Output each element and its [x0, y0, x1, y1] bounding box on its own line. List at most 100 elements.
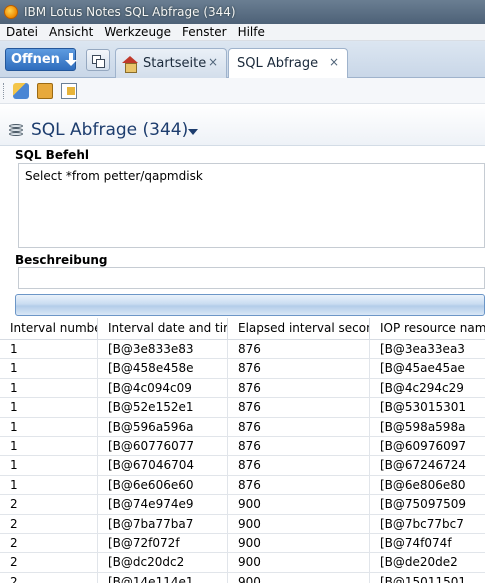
description-label: Beschreibung [15, 253, 108, 267]
column-header[interactable]: Interval number [0, 318, 98, 339]
table-row[interactable]: 1 [B@4c094c09 876 [B@4c294c29 [0, 378, 485, 399]
table-row[interactable]: 1 [B@3e833e83 876 [B@3ea33ea3 [0, 340, 485, 360]
table-cell: [B@72f072f [98, 533, 228, 553]
sql-label: SQL Befehl [15, 148, 89, 162]
table-row[interactable]: 2 [B@dc20dc2 900 [B@de20de2 [0, 553, 485, 573]
table-cell: [B@3ea33ea3 [380, 342, 465, 356]
tab-sql-abfrage-label: SQL Abfrage [237, 56, 319, 71]
table-cell: [B@15011501 [380, 574, 466, 583]
open-button-label: Offnen [11, 52, 60, 67]
table-cell: 1 [0, 398, 98, 417]
table-cell: 1 [0, 340, 98, 359]
page-header: SQL Abfrage (344) [0, 104, 485, 146]
table-cell: [B@67046704 [98, 456, 228, 475]
table-cell: 876 [228, 398, 370, 417]
table-cell: 1 [0, 417, 98, 436]
table-cell: [B@67246724 [380, 458, 466, 473]
table-cell: [B@60776077 [98, 436, 228, 456]
table-header: Interval number Interval date and time E… [0, 318, 485, 340]
table-cell: 2 [0, 495, 98, 514]
table-cell: 1 [0, 378, 98, 398]
table-cell: 876 [228, 475, 370, 495]
table-cell: [B@6e806e80 [380, 477, 466, 492]
table-cell: 2 [0, 533, 98, 553]
table-row[interactable]: 1 [B@458e458e 876 [B@45ae45ae [0, 359, 485, 379]
toolbar-grip [3, 82, 5, 99]
table-row[interactable]: 2 [B@74e974e9 900 [B@75097509 [0, 495, 485, 515]
table-row[interactable]: 2 [B@7ba77ba7 900 [B@7bc77bc7 [0, 514, 485, 534]
table-cell: [B@60976097 [380, 438, 466, 453]
table-cell: 900 [228, 495, 370, 514]
table-cell: [B@4c094c09 [98, 378, 228, 398]
menu-hilfe[interactable]: Hilfe [232, 25, 270, 39]
window-switch-button[interactable] [86, 49, 110, 71]
tab-startseite-label: Startseite [143, 56, 207, 71]
new-query-icon[interactable] [13, 82, 29, 99]
table-cell: 1 [0, 436, 98, 456]
table-row[interactable]: 1 [B@6e606e60 876 [B@6e806e80 [0, 475, 485, 496]
table-row[interactable]: 2 [B@14e114e1 900 [B@15011501 [0, 572, 485, 583]
table-cell: [B@7bc77bc7 [380, 516, 464, 531]
table-cell: [B@45ae45ae [380, 361, 465, 376]
description-field[interactable] [18, 267, 485, 289]
menu-bar: Datei Ansicht Werkzeuge Fenster Hilfe [0, 24, 485, 41]
table-cell: 2 [0, 514, 98, 533]
table-cell: 876 [228, 436, 370, 456]
table-row[interactable]: 1 [B@596a596a 876 [B@598a598a [0, 417, 485, 437]
home-icon [122, 56, 138, 73]
menu-ansicht[interactable]: Ansicht [43, 25, 98, 39]
table-cell: 900 [228, 533, 370, 553]
form-icon[interactable] [61, 82, 77, 99]
table-cell: [B@14e114e1 [98, 572, 228, 583]
sql-command-field[interactable]: Select *from petter/qapmdisk [18, 163, 485, 248]
table-cell: 876 [228, 359, 370, 378]
table-cell: [B@74e974e9 [98, 495, 228, 514]
results-table: Interval number Interval date and time E… [0, 318, 485, 583]
table-cell: [B@75097509 [380, 497, 466, 512]
column-header[interactable]: IOP resource name [370, 318, 485, 339]
table-cell: 900 [228, 514, 370, 533]
menu-werkzeuge[interactable]: Werkzeuge [98, 25, 176, 39]
table-cell: [B@4c294c29 [380, 380, 464, 395]
table-cell: [B@7ba77ba7 [98, 514, 228, 533]
table-cell: 900 [228, 572, 370, 583]
column-header[interactable]: Interval date and time [98, 318, 228, 339]
table-cell: [B@74f074f [380, 535, 452, 550]
menu-fenster[interactable]: Fenster [176, 25, 232, 39]
table-cell: 1 [0, 475, 98, 495]
table-cell: [B@598a598a [380, 419, 466, 434]
close-icon[interactable]: × [329, 55, 339, 69]
briefcase-icon[interactable] [37, 82, 53, 99]
table-cell: [B@458e458e [98, 359, 228, 378]
tab-bar: Offnen Startseite × SQL Abfrage × [0, 41, 485, 78]
table-cell: [B@3e833e83 [98, 340, 228, 359]
table-cell: [B@dc20dc2 [98, 553, 228, 572]
database-icon [9, 124, 23, 138]
table-cell: [B@6e606e60 [98, 475, 228, 495]
open-button[interactable]: Offnen [5, 48, 78, 71]
table-body: 1 [B@3e833e83 876 [B@3ea33ea3 1 [B@458e458e 87… [0, 340, 485, 583]
column-header[interactable]: Elapsed interval seconds [228, 318, 370, 339]
menu-datei[interactable]: Datei [0, 25, 43, 39]
table-row[interactable]: 2 [B@72f072f 900 [B@74f074f [0, 533, 485, 554]
table-cell: 1 [0, 359, 98, 378]
table-cell: [B@596a596a [98, 417, 228, 436]
table-cell: 2 [0, 572, 98, 583]
table-cell: 876 [228, 456, 370, 475]
table-cell: 876 [228, 340, 370, 359]
table-row[interactable]: 1 [B@52e152e1 876 [B@53015301 [0, 398, 485, 418]
toolbar [0, 78, 485, 104]
tab-sql-abfrage[interactable]: SQL Abfrage × [228, 48, 348, 78]
table-row[interactable]: 1 [B@67046704 876 [B@67246724 [0, 456, 485, 476]
table-row[interactable]: 1 [B@60776077 876 [B@60976097 [0, 436, 485, 457]
execute-button[interactable] [15, 294, 485, 316]
lotus-notes-icon [4, 5, 18, 19]
table-cell: 2 [0, 553, 98, 572]
table-cell: 900 [228, 553, 370, 572]
page-title[interactable]: SQL Abfrage (344) [31, 120, 188, 140]
chevron-down-icon[interactable] [188, 129, 198, 135]
table-cell: 876 [228, 417, 370, 436]
close-icon[interactable]: × [208, 55, 218, 69]
arrow-down-icon [64, 52, 78, 67]
tab-startseite[interactable]: Startseite × [115, 48, 227, 78]
